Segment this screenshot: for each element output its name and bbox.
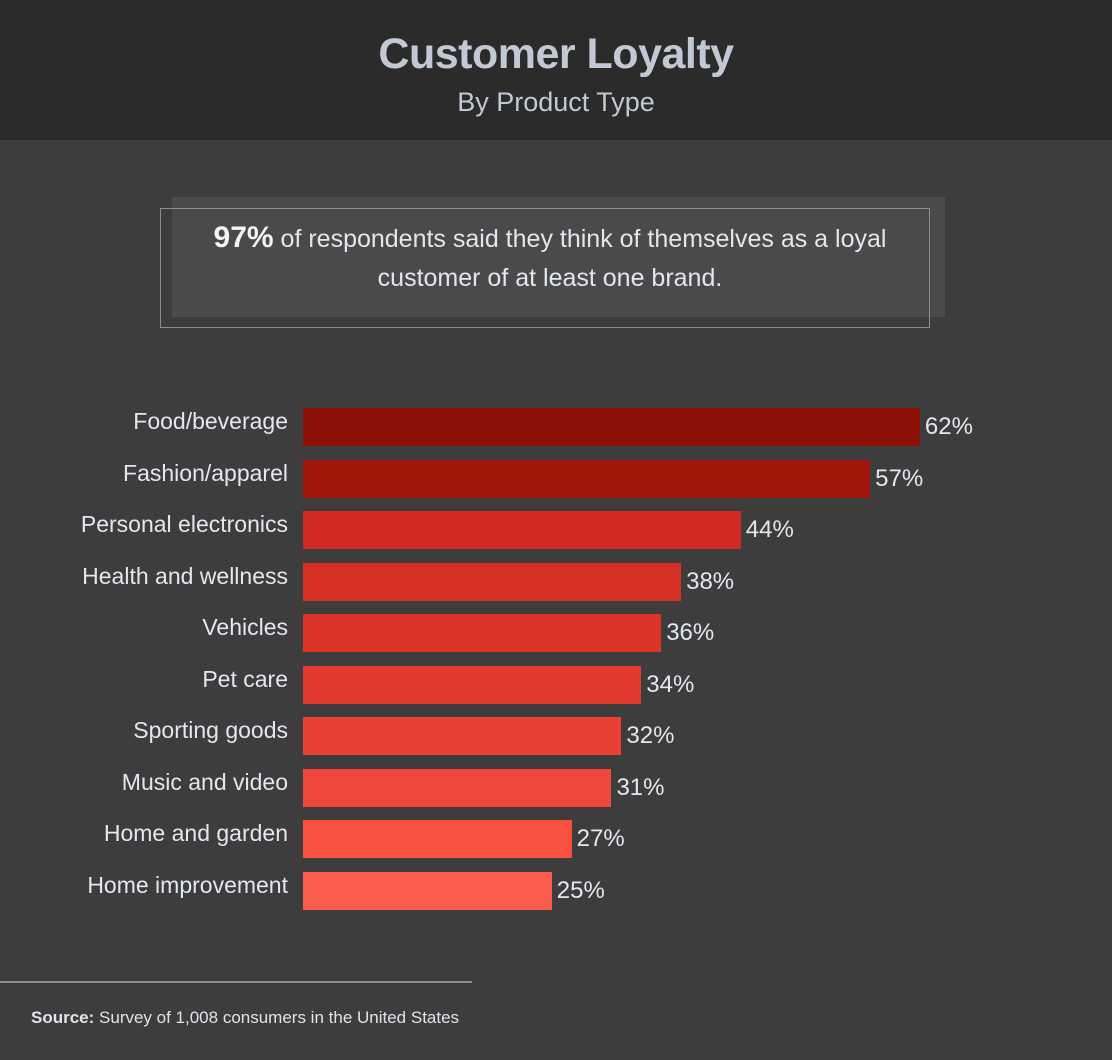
bar-row: Fashion/apparel 57% bbox=[0, 454, 1112, 506]
bar-category-label: Health and wellness bbox=[82, 562, 288, 589]
header-band: Customer Loyalty By Product Type bbox=[0, 0, 1112, 140]
bar-value-label: 32% bbox=[626, 722, 675, 749]
bar-track: 27% bbox=[303, 820, 1112, 858]
bar-row: Home improvement 25% bbox=[0, 866, 1112, 918]
bar-category-label: Home improvement bbox=[87, 871, 288, 898]
footer-divider bbox=[0, 981, 472, 983]
bar-row: Music and video 31% bbox=[0, 763, 1112, 815]
bar-fill bbox=[303, 717, 622, 755]
bar-value-label: 31% bbox=[616, 773, 665, 801]
bar-row: Sporting goods 32% bbox=[0, 711, 1112, 763]
bar-row: Personal electronics 44% bbox=[0, 505, 1112, 557]
bar-category-label: Home and garden bbox=[103, 820, 288, 846]
bar-track: 62% bbox=[303, 408, 1112, 446]
bar-fill bbox=[303, 665, 642, 704]
bar-row: Pet care 34% bbox=[0, 660, 1112, 712]
callout-statement: 97% of respondents said they think of th… bbox=[180, 218, 920, 298]
bar-category-label: Personal electronics bbox=[80, 511, 288, 537]
bar-value-label: 34% bbox=[646, 670, 695, 698]
bar-fill bbox=[303, 820, 572, 858]
bar-category-label: Music and video bbox=[121, 768, 288, 795]
source-text: Survey of 1,008 consumers in the United … bbox=[94, 1008, 460, 1027]
bar-value-label: 44% bbox=[745, 516, 794, 543]
page-subtitle: By Product Type bbox=[457, 87, 655, 118]
bar-fill bbox=[303, 871, 552, 910]
bar-track: 34% bbox=[303, 665, 1112, 704]
bar-value-label: 38% bbox=[686, 567, 735, 595]
bar-track: 32% bbox=[303, 717, 1112, 755]
callout-box: 97% of respondents said they think of th… bbox=[0, 190, 1112, 340]
bar-fill bbox=[303, 459, 871, 498]
bar-track: 44% bbox=[303, 511, 1112, 549]
bar-chart: Food/beverage 62% Fashion/apparel 57% Person… bbox=[0, 402, 1112, 917]
bar-fill bbox=[303, 408, 920, 446]
bar-value-label: 36% bbox=[666, 619, 715, 646]
source-label: Source: bbox=[31, 1008, 95, 1027]
bar-row: Food/beverage 62% bbox=[0, 402, 1112, 454]
bar-track: 57% bbox=[303, 459, 1112, 498]
bar-fill bbox=[303, 614, 662, 652]
bar-fill bbox=[303, 511, 741, 549]
bar-row: Vehicles 36% bbox=[0, 608, 1112, 660]
bar-row: Home and garden 27% bbox=[0, 814, 1112, 866]
bar-track: 31% bbox=[303, 768, 1112, 807]
callout-body-text: of respondents said they think of themse… bbox=[273, 225, 887, 292]
bar-category-label: Food/beverage bbox=[133, 408, 288, 434]
bar-category-label: Fashion/apparel bbox=[123, 459, 288, 486]
bar-value-label: 62% bbox=[924, 413, 973, 440]
source-note: Source: Survey of 1,008 consumers in the… bbox=[31, 1008, 459, 1028]
bar-value-label: 57% bbox=[875, 464, 924, 492]
bar-track: 36% bbox=[303, 614, 1112, 652]
bar-value-label: 27% bbox=[576, 825, 625, 852]
bar-category-label: Pet care bbox=[202, 665, 288, 692]
bar-fill bbox=[303, 768, 612, 807]
bar-category-label: Sporting goods bbox=[133, 717, 288, 743]
bar-track: 38% bbox=[303, 562, 1112, 601]
bar-value-label: 25% bbox=[556, 876, 605, 904]
bar-row: Health and wellness 38% bbox=[0, 557, 1112, 609]
bar-fill bbox=[303, 562, 682, 601]
page-title: Customer Loyalty bbox=[378, 30, 734, 78]
bar-category-label: Vehicles bbox=[202, 614, 288, 640]
callout-highlight-value: 97% bbox=[213, 221, 274, 254]
bar-track: 25% bbox=[303, 871, 1112, 910]
